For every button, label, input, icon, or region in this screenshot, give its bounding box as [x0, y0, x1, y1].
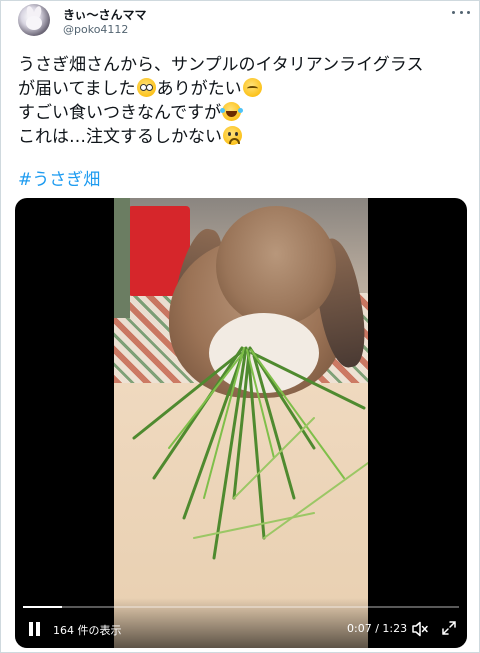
- tweet-text-line4: これは…注文するしかない: [18, 127, 222, 147]
- more-horizontal-icon[interactable]: [452, 7, 470, 17]
- relieved-face-emoji-icon: [242, 78, 262, 97]
- pause-icon[interactable]: [29, 622, 41, 636]
- hashtag-link[interactable]: #うさぎ畑: [18, 165, 100, 190]
- tweet-line-2: が届いてました ありがたい: [18, 77, 468, 101]
- bunny-avatar-icon[interactable]: [18, 4, 50, 36]
- video-frame[interactable]: [114, 198, 368, 648]
- tears-of-joy-emoji-icon: [220, 102, 242, 121]
- video-player[interactable]: 164 件の表示 0:07 / 1:23: [15, 198, 467, 648]
- mute-icon[interactable]: [411, 620, 429, 638]
- display-name[interactable]: きぃ〜さんママ: [63, 6, 147, 23]
- video-progress-bar[interactable]: [23, 606, 459, 608]
- video-progress-fill: [23, 606, 63, 608]
- fullscreen-icon[interactable]: [441, 620, 457, 636]
- tweet-card: きぃ〜さんママ @poko4112 うさぎ畑さんから、サンプルのイタリアンライグ…: [0, 0, 480, 653]
- view-count: 164 件の表示: [53, 624, 122, 637]
- tweet-text-line2b: ありがたい: [156, 79, 242, 99]
- flushed-face-emoji-icon: [136, 78, 156, 97]
- video-time: 0:07 / 1:23: [347, 622, 408, 635]
- tweet-text: うさぎ畑さんから、サンプルのイタリアンライグラス が届いてました ありがたい すご…: [18, 53, 468, 149]
- avatar-face: [26, 16, 42, 30]
- tweet-line-3: すごい食いつきなんですが: [18, 101, 468, 125]
- tweet-text-line3: すごい食いつきなんですが: [18, 103, 222, 123]
- ryegrass-blades: [132, 346, 368, 560]
- tweet-line-4: これは…注文するしかない: [18, 125, 468, 149]
- anxious-face-emoji-icon: [223, 126, 242, 145]
- user-handle[interactable]: @poko4112: [63, 23, 128, 36]
- tweet-text-line2a: が届いてました: [18, 79, 136, 99]
- tweet-line-1: うさぎ畑さんから、サンプルのイタリアンライグラス: [18, 53, 468, 77]
- tweet-text-line1: うさぎ畑さんから、サンプルのイタリアンライグラス: [18, 55, 424, 75]
- video-controls: 164 件の表示 0:07 / 1:23: [15, 598, 467, 648]
